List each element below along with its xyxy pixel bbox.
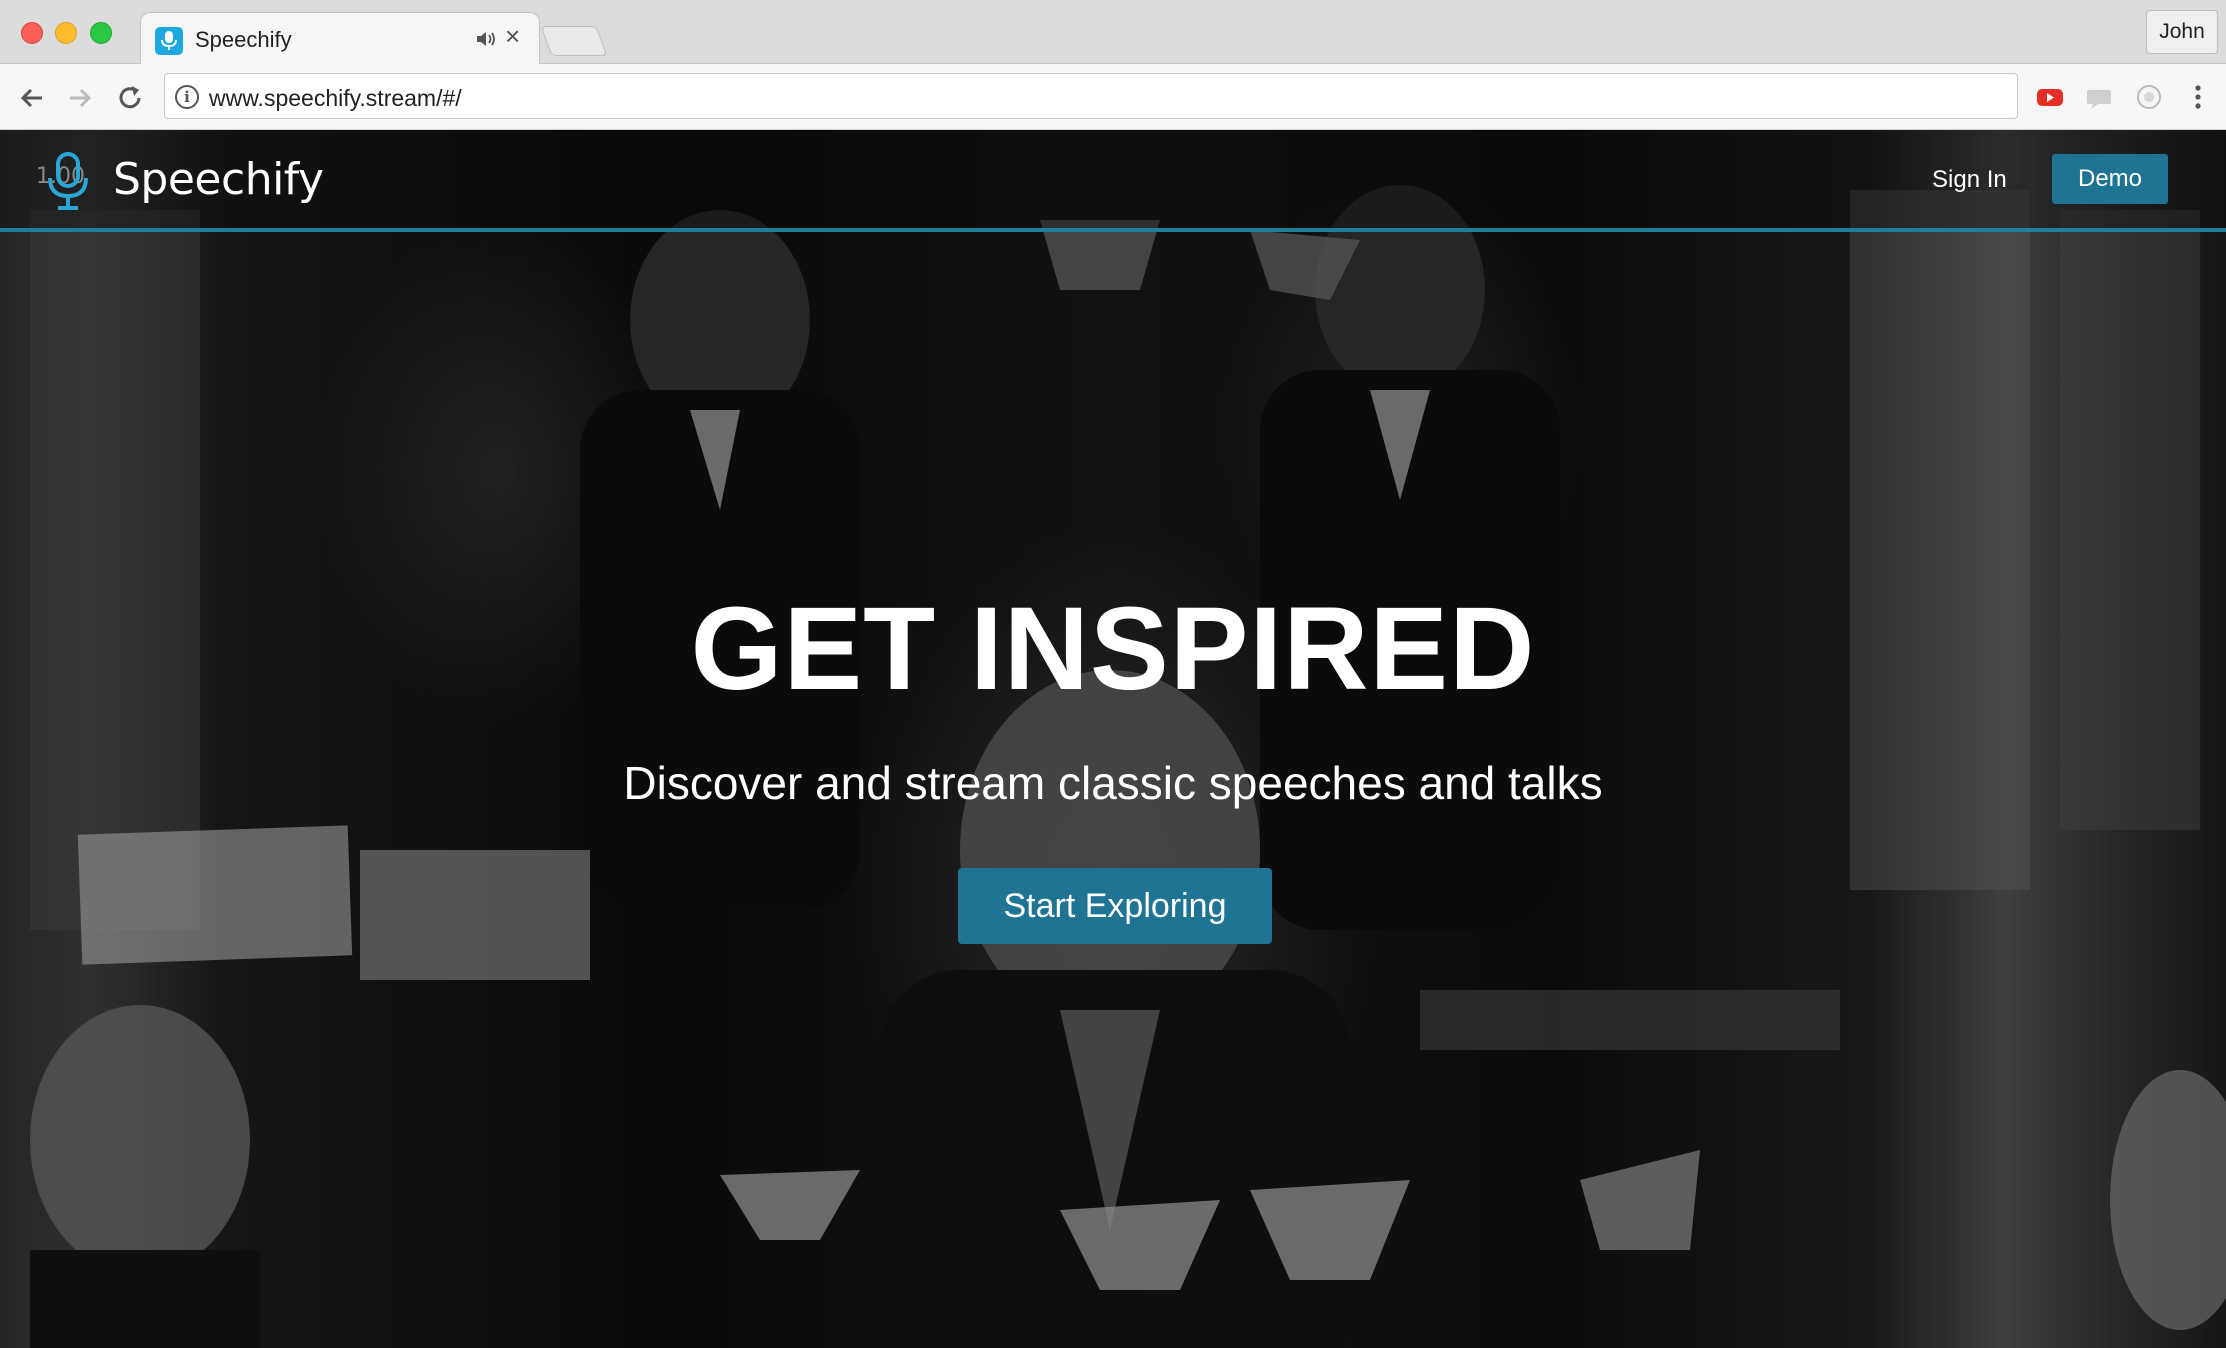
demo-button[interactable]: Demo	[2052, 154, 2168, 204]
css-extension-icon[interactable]	[2085, 82, 2115, 112]
start-exploring-button[interactable]: Start Exploring	[958, 868, 1272, 944]
circle-extension-icon[interactable]	[2134, 82, 2164, 112]
menu-icon[interactable]	[2186, 82, 2216, 112]
new-tab-button[interactable]	[540, 26, 608, 56]
info-icon[interactable]: i	[175, 85, 199, 109]
brand-name[interactable]: Speechify	[113, 154, 324, 205]
browser-tab-active[interactable]: Speechify ×	[140, 12, 540, 65]
address-bar[interactable]: i www.speechify.stream/#/	[164, 73, 2018, 119]
background-photo	[0, 130, 2226, 1348]
hero-title: GET INSPIRED	[690, 583, 1536, 715]
microphone-logo-icon[interactable]	[36, 150, 100, 219]
back-arrow-icon[interactable]	[16, 82, 48, 114]
speaker-audio-icon[interactable]	[475, 29, 497, 54]
speechify-page: 1.00 Speechify Sign In Demo GET INSPIRED…	[0, 130, 2226, 1348]
hero-subtitle: Discover and stream classic speeches and…	[623, 757, 1603, 809]
youtube-extension-icon[interactable]	[2035, 82, 2065, 112]
address-url[interactable]: www.speechify.stream/#/	[209, 85, 462, 112]
microphone-favicon-icon	[155, 27, 183, 55]
window-minimize-button[interactable]	[55, 22, 77, 44]
window-zoom-button[interactable]	[90, 22, 112, 44]
reload-icon[interactable]	[114, 82, 146, 114]
window-close-button[interactable]	[21, 22, 43, 44]
forward-arrow-icon[interactable]	[64, 82, 96, 114]
profile-button[interactable]: John	[2146, 10, 2218, 54]
site-navbar: 1.00 Speechify Sign In Demo	[0, 130, 2226, 232]
tab-title: Speechify	[195, 27, 292, 52]
browser-tabstrip: Speechify × John	[0, 0, 2226, 65]
sign-in-link[interactable]: Sign In	[1932, 166, 2007, 194]
browser-toolbar: i www.speechify.stream/#/	[0, 64, 2226, 130]
tab-close-icon[interactable]: ×	[505, 23, 520, 49]
